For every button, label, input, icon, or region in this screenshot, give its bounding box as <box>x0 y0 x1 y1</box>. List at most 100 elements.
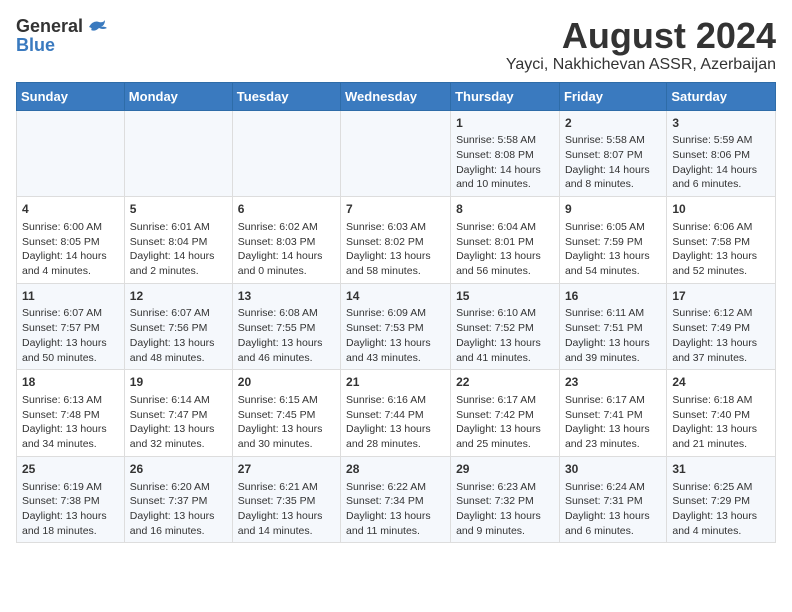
day-info-text: Sunrise: 6:17 AM <box>456 393 554 408</box>
day-info-text: Daylight: 13 hours <box>238 509 335 524</box>
calendar-cell: 7Sunrise: 6:03 AMSunset: 8:02 PMDaylight… <box>341 197 451 284</box>
day-info-text: Sunrise: 6:25 AM <box>672 480 770 495</box>
day-info-text: Sunrise: 6:17 AM <box>565 393 661 408</box>
day-info-text: Sunset: 7:37 PM <box>130 494 227 509</box>
day-info-text: Sunset: 8:07 PM <box>565 148 661 163</box>
day-number: 20 <box>238 374 335 391</box>
day-info-text: Sunset: 7:34 PM <box>346 494 445 509</box>
calendar-cell: 15Sunrise: 6:10 AMSunset: 7:52 PMDayligh… <box>451 283 560 370</box>
day-info-text: and 25 minutes. <box>456 437 554 452</box>
day-info-text: Sunrise: 5:59 AM <box>672 133 770 148</box>
day-number: 25 <box>22 461 119 478</box>
calendar-cell: 6Sunrise: 6:02 AMSunset: 8:03 PMDaylight… <box>232 197 340 284</box>
day-info-text: Sunset: 7:56 PM <box>130 321 227 336</box>
day-info-text: and 48 minutes. <box>130 351 227 366</box>
calendar-week-row: 18Sunrise: 6:13 AMSunset: 7:48 PMDayligh… <box>17 370 776 457</box>
calendar-cell: 19Sunrise: 6:14 AMSunset: 7:47 PMDayligh… <box>124 370 232 457</box>
day-info-text: Sunrise: 6:18 AM <box>672 393 770 408</box>
day-info-text: Sunrise: 6:16 AM <box>346 393 445 408</box>
day-info-text: Sunrise: 6:21 AM <box>238 480 335 495</box>
day-number: 22 <box>456 374 554 391</box>
day-info-text: Daylight: 13 hours <box>672 336 770 351</box>
calendar-cell: 10Sunrise: 6:06 AMSunset: 7:58 PMDayligh… <box>667 197 776 284</box>
day-number: 11 <box>22 288 119 305</box>
day-info-text: Daylight: 14 hours <box>238 249 335 264</box>
calendar-cell: 8Sunrise: 6:04 AMSunset: 8:01 PMDaylight… <box>451 197 560 284</box>
calendar-cell: 16Sunrise: 6:11 AMSunset: 7:51 PMDayligh… <box>559 283 666 370</box>
day-info-text: Sunset: 7:45 PM <box>238 408 335 423</box>
calendar-cell: 12Sunrise: 6:07 AMSunset: 7:56 PMDayligh… <box>124 283 232 370</box>
calendar-week-row: 25 Sunrise: 6:19 AMSunset: 7:38 PM Dayligh… <box>17 456 776 543</box>
day-info-text: Sunset: 7:59 PM <box>565 235 661 250</box>
day-info-text: Sunset: 7:31 PM <box>565 494 661 509</box>
calendar-cell: 27Sunrise: 6:21 AMSunset: 7:35 PMDayligh… <box>232 456 340 543</box>
day-number: 31 <box>672 461 770 478</box>
day-info-text: Daylight: 13 hours <box>22 422 119 437</box>
day-number: 27 <box>238 461 335 478</box>
day-info-text: Sunset: 7:47 PM <box>130 408 227 423</box>
day-info-text: Daylight: 13 hours <box>130 509 227 524</box>
calendar-cell: 5Sunrise: 6:01 AMSunset: 8:04 PMDaylight… <box>124 197 232 284</box>
day-info-text: and 10 minutes. <box>456 177 554 192</box>
calendar-cell: 9Sunrise: 6:05 AMSunset: 7:59 PMDaylight… <box>559 197 666 284</box>
day-number: 4 <box>22 201 119 218</box>
day-info-text: Sunrise: 6:19 AM <box>22 480 119 495</box>
day-info-text: Sunrise: 6:14 AM <box>130 393 227 408</box>
day-info-text: Daylight: 13 hours <box>565 336 661 351</box>
calendar-cell: 26Sunrise: 6:20 AMSunset: 7:37 PMDayligh… <box>124 456 232 543</box>
day-info-text: Sunset: 8:01 PM <box>456 235 554 250</box>
calendar-cell: 25Sunrise: 6:19 AMSunset: 7:38 PMDayligh… <box>17 456 125 543</box>
day-info-text: and 52 minutes. <box>672 264 770 279</box>
day-info-text: Sunset: 7:53 PM <box>346 321 445 336</box>
day-info-text: Daylight: 13 hours <box>456 422 554 437</box>
day-info-text: Sunset: 8:05 PM <box>22 235 119 250</box>
day-info-text: and 4 minutes. <box>22 264 119 279</box>
calendar-week-row: 4 Sunrise: 6:00 AMSunset: 8:05 PM Daylight… <box>17 197 776 284</box>
day-info-text: Sunset: 7:48 PM <box>22 408 119 423</box>
day-info-text: Sunset: 7:58 PM <box>672 235 770 250</box>
day-number: 26 <box>130 461 227 478</box>
day-info-text: and 8 minutes. <box>565 177 661 192</box>
day-number: 23 <box>565 374 661 391</box>
day-info-text: Sunrise: 6:01 AM <box>130 220 227 235</box>
month-title: August 2024 <box>506 16 776 56</box>
day-info-text: and 21 minutes. <box>672 437 770 452</box>
day-info-text: Sunrise: 6:06 AM <box>672 220 770 235</box>
day-info-text: Sunrise: 6:04 AM <box>456 220 554 235</box>
calendar-cell <box>17 110 125 197</box>
day-number: 9 <box>565 201 661 218</box>
day-info-text: Daylight: 13 hours <box>130 422 227 437</box>
day-info-text: Sunset: 7:44 PM <box>346 408 445 423</box>
day-info-text: Daylight: 13 hours <box>456 249 554 264</box>
calendar-cell: 11Sunrise: 6:07 AMSunset: 7:57 PMDayligh… <box>17 283 125 370</box>
day-info-text: and 14 minutes. <box>238 524 335 539</box>
calendar-cell: 31Sunrise: 6:25 AMSunset: 7:29 PMDayligh… <box>667 456 776 543</box>
day-info-text: Sunset: 7:57 PM <box>22 321 119 336</box>
logo-bird-icon <box>87 18 109 36</box>
calendar-cell: 1Sunrise: 5:58 AMSunset: 8:08 PMDaylight… <box>451 110 560 197</box>
title-section: August 2024 Yayci, Nakhichevan ASSR, Aze… <box>506 16 776 74</box>
calendar-cell <box>232 110 340 197</box>
day-info-text: Sunset: 7:38 PM <box>22 494 119 509</box>
day-info-text: Sunrise: 6:11 AM <box>565 306 661 321</box>
calendar-table: SundayMondayTuesdayWednesdayThursdayFrid… <box>16 82 776 544</box>
day-info-text: Daylight: 14 hours <box>672 163 770 178</box>
logo-general-text: General <box>16 16 83 37</box>
day-info-text: Sunrise: 6:07 AM <box>130 306 227 321</box>
col-header-sunday: Sunday <box>17 82 125 110</box>
page-header: General Blue August 2024 Yayci, Nakhiche… <box>16 16 776 74</box>
day-info-text: Sunset: 8:08 PM <box>456 148 554 163</box>
day-info-text: Daylight: 13 hours <box>456 336 554 351</box>
day-info-text: Sunset: 8:06 PM <box>672 148 770 163</box>
day-info-text: and 4 minutes. <box>672 524 770 539</box>
day-info-text: and 32 minutes. <box>130 437 227 452</box>
day-info-text: Sunrise: 6:00 AM <box>22 220 119 235</box>
day-info-text: Sunset: 7:42 PM <box>456 408 554 423</box>
day-info-text: Sunrise: 6:12 AM <box>672 306 770 321</box>
calendar-week-row: 11 Sunrise: 6:07 AM Sunset: 7:57 PM Dayligh… <box>17 283 776 370</box>
day-info-text: Daylight: 13 hours <box>346 336 445 351</box>
day-info-text: and 46 minutes. <box>238 351 335 366</box>
day-info-text: and 34 minutes. <box>22 437 119 452</box>
day-info-text: Sunset: 7:32 PM <box>456 494 554 509</box>
location-subtitle: Yayci, Nakhichevan ASSR, Azerbaijan <box>506 56 776 74</box>
